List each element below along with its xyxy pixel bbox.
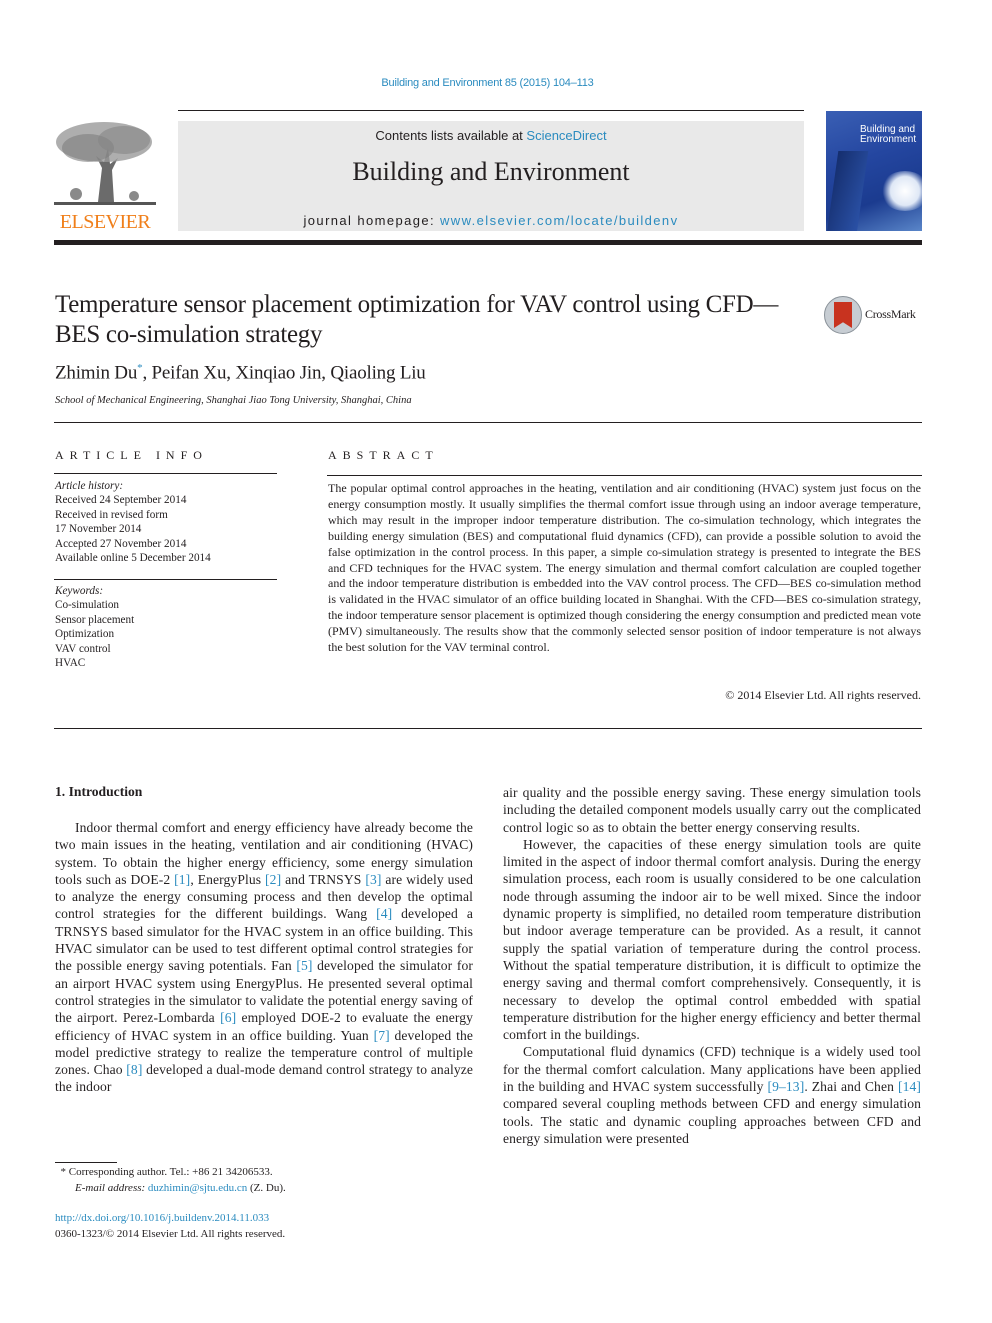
keywords-label: Keywords: bbox=[55, 585, 104, 597]
contents-prefix: Contents lists available at bbox=[375, 128, 527, 143]
author-names-rest: , Peifan Xu, Xinqiao Jin, Qiaoling Liu bbox=[142, 362, 426, 384]
text-run: compared several coupling methods betwee… bbox=[503, 1096, 921, 1146]
article-info-heading: ARTICLE INFO bbox=[55, 448, 208, 462]
article-title: Temperature sensor placement optimizatio… bbox=[55, 291, 779, 348]
sciencedirect-link[interactable]: ScienceDirect bbox=[526, 128, 606, 143]
contents-line: Contents lists available at ScienceDirec… bbox=[178, 128, 804, 143]
email-label: E-mail address: bbox=[75, 1182, 148, 1194]
journal-name: Building and Environment bbox=[352, 157, 630, 186]
elsevier-wordmark: ELSEVIER bbox=[59, 211, 151, 233]
footnote-text: Corresponding author. Tel.: +86 21 34206… bbox=[66, 1166, 273, 1178]
paragraph: However, the capacities of these energy … bbox=[503, 836, 921, 1043]
author-name: Zhimin Du bbox=[55, 362, 138, 384]
keywords: Keywords: Co-simulation Sensor placement… bbox=[55, 584, 134, 670]
homepage-line: journal homepage: www.elsevier.com/locat… bbox=[178, 213, 804, 228]
paragraph: air quality and the possible energy savi… bbox=[503, 785, 921, 835]
keyword: HVAC bbox=[55, 657, 86, 670]
keyword: VAV control bbox=[55, 642, 111, 655]
journal-citation-link[interactable]: Building and Environment 85 (2015) 104–1… bbox=[0, 77, 975, 89]
citation-link[interactable]: [3] bbox=[365, 872, 381, 887]
author-list: Zhimin Du*, Peifan Xu, Xinqiao Jin, Qiao… bbox=[55, 362, 426, 384]
history-item: Received 24 September 2014 bbox=[55, 494, 187, 507]
divider bbox=[54, 728, 922, 729]
body-column-right: air quality and the possible energy savi… bbox=[503, 784, 921, 1147]
body-column-left: Indoor thermal comfort and energy effici… bbox=[55, 819, 473, 1096]
citation-link[interactable]: [9–13] bbox=[767, 1079, 804, 1094]
citation-link[interactable]: [5] bbox=[296, 958, 312, 973]
crossmark-badge[interactable]: CrossMark bbox=[824, 296, 924, 336]
cover-title-line2: Environment bbox=[860, 134, 917, 145]
history-item: Available online 5 December 2014 bbox=[55, 552, 211, 565]
issn-copyright: 0360-1323/© 2014 Elsevier Ltd. All right… bbox=[55, 1228, 286, 1240]
affiliation: School of Mechanical Engineering, Shangh… bbox=[55, 395, 412, 406]
email-link[interactable]: duzhimin@sjtu.edu.cn bbox=[148, 1182, 247, 1194]
elsevier-logo[interactable]: ELSEVIER bbox=[54, 118, 156, 234]
cover-cloud-graphic bbox=[880, 171, 922, 211]
keyword: Sensor placement bbox=[55, 613, 135, 626]
header-thick-rule bbox=[54, 240, 922, 245]
cover-title: Building and Environment bbox=[860, 125, 916, 145]
journal-cover-image[interactable]: Building and Environment bbox=[826, 111, 922, 231]
keyword: Optimization bbox=[55, 628, 115, 641]
citation-link[interactable]: [1] bbox=[174, 872, 190, 887]
cover-building-graphic bbox=[826, 151, 869, 231]
divider bbox=[327, 475, 922, 476]
keyword: Co-simulation bbox=[55, 599, 120, 612]
crossmark-label: CrossMark bbox=[865, 307, 916, 321]
paragraph: Indoor thermal comfort and energy effici… bbox=[55, 819, 473, 1096]
citation-link[interactable]: [6] bbox=[220, 1010, 236, 1025]
email-line: E-mail address: duzhimin@sjtu.edu.cn (Z.… bbox=[55, 1180, 286, 1196]
text-run: . Zhai and Chen bbox=[804, 1079, 898, 1095]
crossmark-ribbon-icon bbox=[834, 302, 852, 328]
header-rule bbox=[178, 110, 804, 111]
abstract-heading: ABSTRACT bbox=[328, 448, 439, 462]
divider bbox=[54, 579, 277, 580]
divider bbox=[54, 473, 277, 474]
abstract-text: The popular optimal control approaches i… bbox=[328, 481, 921, 655]
citation-link[interactable]: [14] bbox=[898, 1079, 921, 1094]
corresponding-author-note: * Corresponding author. Tel.: +86 21 342… bbox=[55, 1164, 286, 1180]
text-run: , EnergyPlus bbox=[190, 871, 266, 887]
history-item: 17 November 2014 bbox=[55, 523, 142, 536]
article-history: Article history: Received 24 September 2… bbox=[55, 479, 211, 565]
doi-block: http://dx.doi.org/10.1016/j.buildenv.201… bbox=[55, 1210, 285, 1242]
citation-link[interactable]: [8] bbox=[126, 1062, 142, 1077]
homepage-prefix: journal homepage: bbox=[303, 213, 441, 228]
crossmark-icon bbox=[824, 296, 862, 334]
divider bbox=[54, 422, 922, 423]
elsevier-tree-icon bbox=[54, 122, 156, 205]
citation-link[interactable]: [2] bbox=[265, 872, 281, 887]
abstract-copyright: © 2014 Elsevier Ltd. All rights reserved… bbox=[725, 688, 921, 702]
doi-link[interactable]: http://dx.doi.org/10.1016/j.buildenv.201… bbox=[55, 1212, 269, 1224]
journal-homepage-link[interactable]: www.elsevier.com/locate/buildenv bbox=[440, 213, 678, 228]
paragraph: Computational fluid dynamics (CFD) techn… bbox=[503, 1043, 921, 1147]
journal-masthead: Contents lists available at ScienceDirec… bbox=[178, 121, 804, 231]
text-run: and TRNSYS bbox=[281, 871, 366, 887]
history-item: Accepted 27 November 2014 bbox=[55, 537, 187, 550]
citation-link[interactable]: [7] bbox=[374, 1028, 390, 1043]
footnote: * Corresponding author. Tel.: +86 21 342… bbox=[55, 1164, 286, 1196]
footnote-rule bbox=[55, 1162, 117, 1163]
email-suffix: (Z. Du). bbox=[247, 1182, 286, 1194]
history-label: Article history: bbox=[55, 480, 124, 492]
history-item: Received in revised form bbox=[55, 508, 168, 521]
citation-link[interactable]: [4] bbox=[376, 906, 392, 921]
section-heading-introduction: 1. Introduction bbox=[55, 784, 143, 799]
